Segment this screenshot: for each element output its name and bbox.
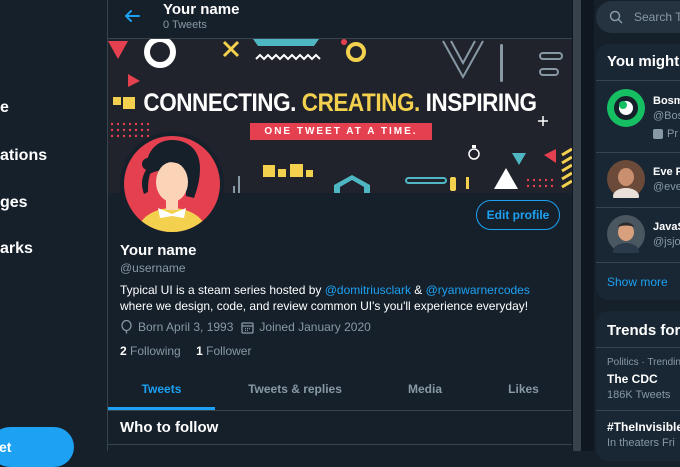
who-to-follow-panel: You might Bosm @Bos Pr Eve P @eve JavaS … — [596, 44, 680, 300]
bio-text-mid: & — [410, 283, 426, 297]
nav-item-bookmarks[interactable]: arks — [0, 240, 33, 258]
divider — [596, 152, 680, 153]
header-name: Your name — [163, 1, 240, 18]
profile-tabs: Tweets Tweets & replies Media Likes — [108, 370, 572, 411]
balloon-icon — [121, 320, 132, 334]
scrollbar-thumb[interactable] — [573, 0, 581, 451]
suggestion-name[interactable]: Bosm — [653, 95, 680, 107]
suggestion-handle: @jsjo — [653, 236, 680, 248]
bio-link-ryanwarnercodes[interactable]: @ryanwarnercodes — [426, 283, 530, 297]
trend-name[interactable]: The CDC — [607, 372, 658, 386]
show-more-link[interactable]: Show more — [607, 275, 668, 289]
main-column: Your name 0 Tweets CONNECTING. CREATING.… — [107, 0, 573, 451]
avatar[interactable] — [607, 160, 645, 198]
trends-panel: Trends for Politics · Trendin The CDC 18… — [596, 311, 680, 461]
bio-text-end: where we design, code, and review common… — [120, 299, 529, 313]
edit-profile-button[interactable]: Edit profile — [476, 200, 560, 230]
divider — [596, 80, 680, 81]
person-illustration-icon — [138, 140, 206, 232]
birth-date: Born April 3, 1993 — [138, 320, 234, 334]
nav-item-messages[interactable]: ges — [0, 194, 28, 212]
trends-heading: Trends for — [607, 322, 680, 339]
bio-link-domitriusclark[interactable]: @domitriusclark — [325, 283, 411, 297]
banner-title-part2: CREATING. — [301, 89, 420, 117]
profile-header: Your name 0 Tweets — [108, 0, 572, 39]
divider — [596, 410, 680, 411]
follower-count: 1 — [196, 344, 203, 358]
divider — [108, 444, 572, 445]
suggestion-handle: @eve — [653, 181, 680, 193]
calendar-icon — [241, 321, 255, 334]
profile-handle: @username — [120, 261, 186, 275]
following-link[interactable]: 2 Following — [120, 344, 181, 358]
tab-tweets-replies[interactable]: Tweets & replies — [215, 382, 375, 396]
avatar[interactable] — [607, 89, 645, 127]
profile-name: Your name — [120, 242, 197, 259]
trend-count: 186K Tweets — [607, 389, 671, 401]
join-date: Joined January 2020 — [259, 320, 371, 334]
banner-title: CONNECTING. CREATING. INSPIRING — [131, 89, 549, 118]
search-box[interactable]: Search T — [596, 1, 680, 33]
search-input[interactable]: Search T — [634, 10, 680, 24]
search-icon — [609, 10, 623, 24]
edit-profile-label: Edit profile — [486, 208, 550, 222]
following-label: Following — [130, 344, 181, 358]
follower-label: Follower — [206, 344, 252, 358]
bio-text-start: Typical UI is a steam series hosted by — [120, 283, 325, 297]
header-tweet-count: 0 Tweets — [163, 19, 207, 31]
active-tab-indicator — [108, 407, 215, 410]
promoted-label: Pr — [667, 128, 678, 140]
trend-name[interactable]: #TheInvisible — [607, 420, 680, 434]
tweet-button[interactable]: et — [0, 427, 74, 467]
profile-bio: Typical UI is a steam series hosted by @… — [120, 282, 560, 314]
tab-tweets[interactable]: Tweets — [108, 382, 215, 396]
divider — [596, 207, 680, 208]
banner-title-part1: CONNECTING. — [143, 89, 296, 117]
back-arrow-icon[interactable] — [122, 6, 142, 26]
avatar[interactable] — [120, 132, 224, 236]
following-count: 2 — [120, 344, 127, 358]
suggestion-name[interactable]: Eve P — [653, 166, 680, 178]
divider — [596, 347, 680, 348]
trend-count: In theaters Fri — [607, 437, 675, 449]
avatar-image — [124, 136, 220, 232]
follow-stats: 2 Following 1 Follower — [120, 344, 251, 358]
avatar[interactable] — [607, 215, 645, 253]
who-to-follow-heading: Who to follow — [120, 419, 219, 436]
tab-media[interactable]: Media — [375, 382, 475, 396]
tab-likes[interactable]: Likes — [475, 382, 572, 396]
suggestion-name[interactable]: JavaS — [653, 221, 680, 233]
left-nav: e ations ges arks et — [0, 0, 107, 467]
profile-meta: Born April 3, 1993 Joined January 2020 — [120, 320, 371, 334]
promoted-icon — [653, 129, 663, 139]
trend-category: Politics · Trendin — [607, 357, 680, 368]
divider — [596, 262, 680, 263]
you-might-like-heading: You might — [607, 53, 680, 70]
banner-subtitle: ONE TWEET AT A TIME. — [250, 123, 432, 140]
suggestion-handle: @Bos — [653, 110, 680, 122]
nav-item-explore[interactable]: e — [0, 99, 9, 117]
tweet-button-label: et — [0, 439, 12, 455]
banner-title-part3: INSPIRING — [425, 89, 537, 117]
nav-item-notifications[interactable]: ations — [0, 147, 47, 165]
followers-link[interactable]: 1 Follower — [196, 344, 251, 358]
